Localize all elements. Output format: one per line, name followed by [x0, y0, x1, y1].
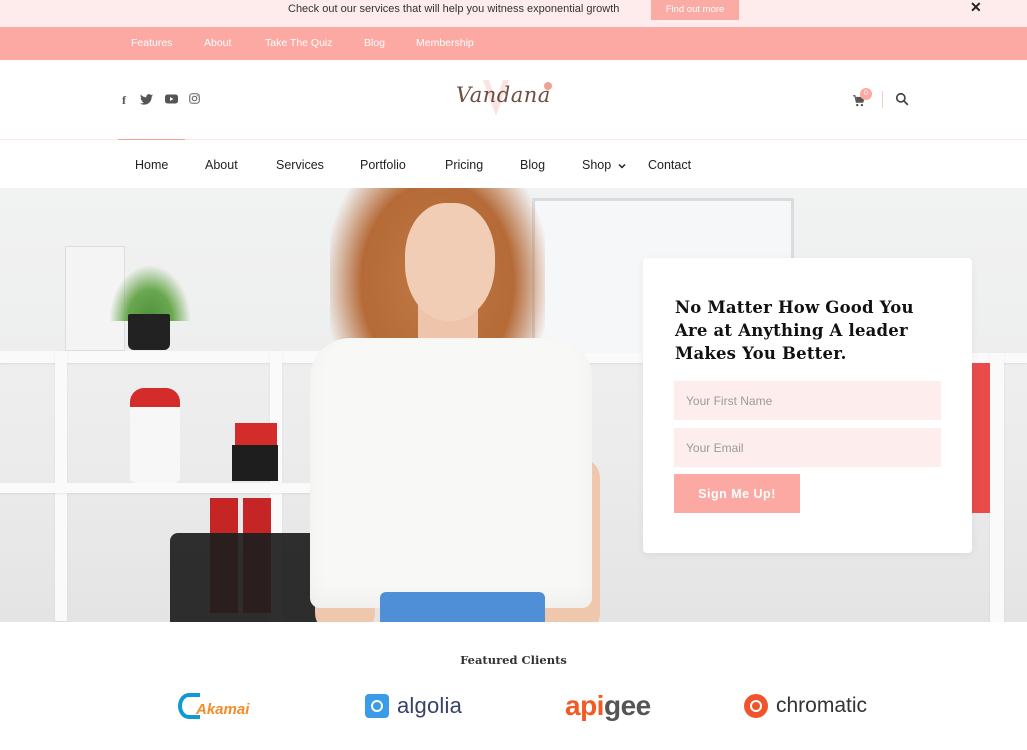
main-nav: Home About Services Portfolio Pricing Bl… — [0, 140, 1027, 188]
apigee-text-part1: api — [565, 690, 604, 721]
nav-home[interactable]: Home — [135, 158, 168, 172]
logo-text: Vandana — [456, 83, 551, 107]
top-nav-blog[interactable]: Blog — [364, 37, 385, 49]
client-logo-chromatic[interactable]: chromatic — [744, 688, 867, 724]
nav-blog[interactable]: Blog — [520, 158, 545, 172]
plant-pot-image — [128, 314, 170, 350]
nav-portfolio[interactable]: Portfolio — [360, 158, 406, 172]
woman-shirt-image — [310, 338, 592, 608]
woman-face-image — [405, 203, 495, 321]
top-nav-membership[interactable]: Membership — [416, 37, 474, 49]
site-logo[interactable]: Vandana — [456, 78, 566, 123]
nav-shop-label: Shop — [582, 158, 612, 172]
instagram-icon[interactable] — [189, 93, 200, 104]
apigee-text-part2: gee — [603, 690, 651, 721]
top-nav-features[interactable]: Features — [131, 37, 172, 49]
cart-count-badge: 0 — [860, 88, 872, 100]
chromatic-icon — [744, 694, 768, 718]
youtube-icon[interactable] — [165, 94, 178, 104]
megaphone-image — [130, 388, 180, 483]
announcement-bar: Check out our services that will help yo… — [0, 0, 1027, 27]
algolia-stopwatch-icon — [365, 694, 389, 718]
twitter-icon[interactable] — [140, 94, 153, 105]
top-nav: Features About Take The Quiz Blog Member… — [0, 27, 1027, 60]
client-logo-apigee[interactable]: apigee — [565, 688, 651, 724]
top-nav-about[interactable]: About — [204, 37, 231, 49]
announcement-text: Check out our services that will help yo… — [288, 3, 620, 15]
client-logo-akamai[interactable]: Akamai — [178, 688, 249, 724]
rose-icon — [544, 82, 552, 90]
facebook-icon[interactable]: f — [122, 93, 126, 108]
featured-clients-title: Featured Clients — [460, 653, 567, 667]
shelf-upright — [990, 353, 1004, 622]
red-panel-image — [970, 363, 990, 513]
nav-contact[interactable]: Contact — [648, 158, 691, 172]
apigee-text: apigee — [565, 690, 651, 722]
first-name-input[interactable] — [674, 381, 941, 420]
chair-image — [170, 533, 320, 622]
find-out-more-button[interactable]: Find out more — [651, 0, 739, 20]
nav-pricing[interactable]: Pricing — [445, 158, 483, 172]
chromatic-text: chromatic — [776, 694, 868, 717]
red-box-image — [235, 423, 277, 445]
signup-card-title: No Matter How Good You Are at Anything A… — [675, 298, 914, 363]
algolia-text: algolia — [397, 693, 463, 718]
shelf — [0, 483, 330, 493]
nav-about[interactable]: About — [205, 158, 238, 172]
sign-me-up-button[interactable]: Sign Me Up! — [674, 474, 800, 513]
close-icon[interactable]: ✕ — [970, 0, 982, 16]
header-divider — [882, 91, 883, 108]
email-input[interactable] — [674, 428, 941, 467]
search-icon[interactable] — [895, 92, 909, 106]
black-box-image — [232, 445, 278, 481]
akamai-text: Akamai — [196, 700, 250, 718]
nav-shop[interactable]: Shop — [582, 158, 626, 172]
woman-skirt-image — [380, 592, 545, 622]
chevron-down-icon — [618, 163, 626, 169]
signup-card: No Matter How Good You Are at Anything A… — [643, 258, 972, 553]
top-nav-take-the-quiz[interactable]: Take The Quiz — [265, 37, 333, 49]
client-logo-algolia[interactable]: algolia — [365, 688, 462, 724]
plant-image — [110, 266, 190, 321]
site-header: f Vandana 0 — [0, 60, 1027, 140]
nav-services[interactable]: Services — [276, 158, 324, 172]
